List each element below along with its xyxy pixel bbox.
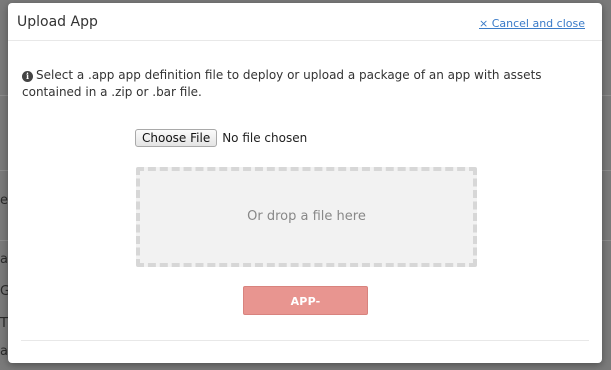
dialog-header: Upload App × Cancel and close bbox=[8, 3, 602, 41]
footer-divider bbox=[21, 340, 589, 341]
info-circle-icon: i bbox=[22, 71, 33, 82]
info-text: Select a .app app definition file to dep… bbox=[22, 68, 542, 99]
choose-file-button[interactable]: Choose File bbox=[135, 129, 218, 147]
dialog-title: Upload App bbox=[17, 14, 98, 30]
file-input: Choose File No file chosen bbox=[135, 129, 307, 147]
app-deployments-button[interactable]: APP-DEPLOYMENTS bbox=[243, 286, 368, 337]
info-message: i Select a .app app definition file to de… bbox=[22, 67, 582, 101]
upload-app-dialog: Upload App × Cancel and close i Select a … bbox=[8, 3, 602, 363]
cancel-and-close-link[interactable]: × Cancel and close bbox=[479, 17, 585, 30]
drop-zone-text: Or drop a file here bbox=[247, 209, 366, 224]
file-drop-zone[interactable]: Or drop a file here bbox=[136, 167, 477, 267]
file-status-text: No file chosen bbox=[222, 131, 308, 145]
